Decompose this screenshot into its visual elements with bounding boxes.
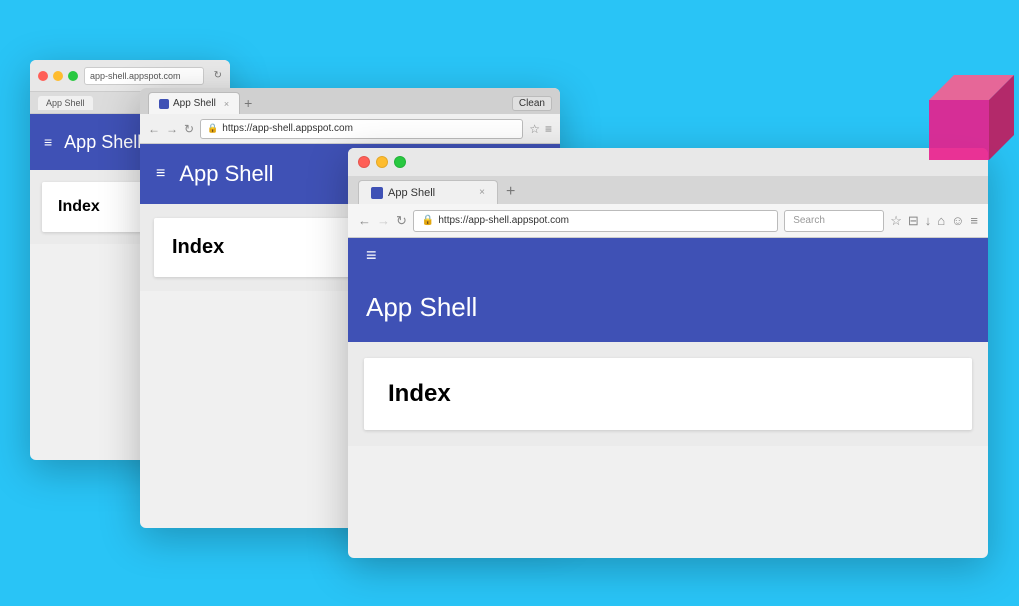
hamburger-icon-firefox[interactable]: ≡ (366, 245, 377, 266)
addr-actions-firefox: ☆ ⊟ ↓ ⌂ ☺ ≡ (890, 213, 978, 229)
app-header-firefox: App Shell (348, 272, 988, 342)
tab-label-chrome: App Shell (173, 98, 216, 109)
maximize-button-mobile[interactable] (68, 71, 78, 81)
app-body-firefox: ≡ App Shell Index (348, 238, 988, 446)
forward-icon-chrome[interactable]: → (166, 122, 178, 136)
minimize-button-firefox[interactable] (376, 156, 388, 168)
chrome-top-firefox (348, 148, 988, 176)
favicon-firefox (371, 187, 383, 199)
home-icon-firefox[interactable]: ⌂ (937, 213, 945, 229)
content-card-firefox: Index (364, 358, 972, 430)
refresh-icon-chrome[interactable]: ↻ (184, 122, 194, 136)
close-button-firefox[interactable] (358, 156, 370, 168)
url-text-mobile: app-shell.appspot.com (90, 71, 181, 81)
window-controls-firefox (358, 156, 406, 168)
back-icon-firefox[interactable]: ← (358, 213, 371, 228)
address-bar-firefox: ← → ↻ 🔒 https://app-shell.appspot.com Se… (348, 204, 988, 238)
content-area-firefox: Index (348, 342, 988, 446)
menu-icon-chrome[interactable]: ≡ (545, 122, 552, 136)
addr-actions-chrome: ☆ ≡ (529, 122, 552, 136)
hamburger-icon-mobile[interactable]: ≡ (44, 134, 52, 150)
minimize-button-mobile[interactable] (53, 71, 63, 81)
hamburger-bar-firefox: ≡ (348, 238, 988, 272)
forward-icon-firefox[interactable]: → (377, 213, 390, 228)
back-icon-chrome[interactable]: ← (148, 122, 160, 136)
tab-strip-chrome: App Shell × + Clean (140, 88, 560, 114)
app-title-mobile: App Shell (64, 132, 141, 153)
app-title-chrome: App Shell (179, 161, 273, 187)
download-icon-firefox[interactable]: ↓ (925, 213, 932, 229)
url-text-firefox: https://app-shell.appspot.com (438, 215, 569, 226)
smiley-icon-firefox[interactable]: ☺ (951, 213, 964, 229)
new-tab-icon-chrome[interactable]: + (244, 92, 252, 114)
tab-firefox[interactable]: App Shell × (358, 180, 498, 204)
favicon-chrome (159, 99, 169, 109)
app-title-firefox: App Shell (366, 292, 477, 323)
lock-icon-chrome: 🔒 (207, 123, 218, 134)
address-bar-chrome: ← → ↻ 🔒 https://app-shell.appspot.com ☆ … (140, 114, 560, 144)
url-bar-mobile[interactable]: app-shell.appspot.com (84, 67, 204, 85)
content-label-firefox: Index (388, 380, 451, 407)
lock-icon-firefox: 🔒 (422, 215, 434, 226)
close-button-mobile[interactable] (38, 71, 48, 81)
menu-icon-firefox[interactable]: ≡ (970, 213, 978, 229)
tab-close-chrome[interactable]: × (224, 99, 229, 109)
content-label-chrome: Index (172, 236, 224, 258)
star-icon-firefox[interactable]: ☆ (890, 213, 902, 229)
url-text-chrome: https://app-shell.appspot.com (222, 123, 353, 134)
hamburger-icon-chrome[interactable]: ≡ (156, 165, 165, 183)
tab-label-mobile[interactable]: App Shell (38, 96, 93, 110)
bookmark-icon-firefox[interactable]: ⊟ (908, 213, 919, 229)
window-controls-mobile (38, 71, 78, 81)
url-bar-firefox[interactable]: 🔒 https://app-shell.appspot.com (413, 210, 778, 232)
star-icon-chrome[interactable]: ☆ (529, 122, 540, 136)
tab-label-firefox: App Shell (388, 187, 435, 199)
refresh-icon-mobile[interactable]: ↻ (214, 70, 222, 81)
new-tab-icon-firefox[interactable]: + (500, 180, 521, 204)
decorative-box (909, 60, 1019, 180)
tab-strip-firefox: App Shell × + (348, 176, 988, 204)
content-label-mobile: Index (58, 198, 100, 215)
search-placeholder-firefox: Search (793, 215, 825, 226)
maximize-button-firefox[interactable] (394, 156, 406, 168)
clean-button-chrome[interactable]: Clean (512, 96, 552, 111)
tab-chrome[interactable]: App Shell × (148, 92, 240, 114)
refresh-icon-firefox[interactable]: ↻ (396, 213, 407, 229)
url-bar-chrome[interactable]: 🔒 https://app-shell.appspot.com (200, 119, 523, 139)
search-bar-firefox[interactable]: Search (784, 210, 884, 232)
tab-close-firefox[interactable]: × (479, 187, 485, 198)
browser-window-firefox: App Shell × + ← → ↻ 🔒 https://app-shell.… (348, 148, 988, 558)
